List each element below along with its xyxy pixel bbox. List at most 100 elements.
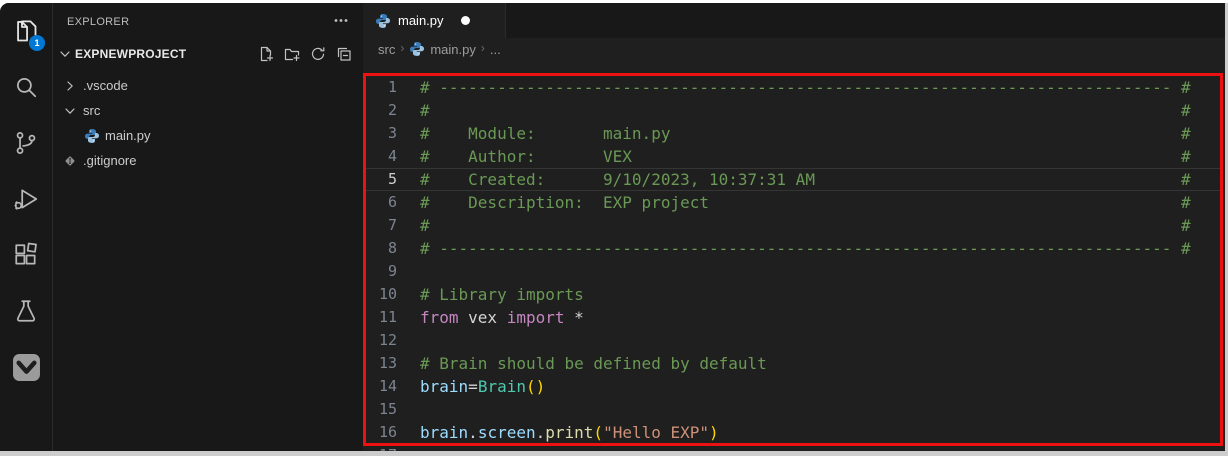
code-line[interactable]: 3# Module: main.py # <box>363 122 1223 145</box>
code-line[interactable]: 12 <box>363 329 1223 352</box>
python-icon <box>375 13 391 29</box>
sidebar-header: EXPLORER <box>53 3 363 41</box>
line-number: 15 <box>363 398 397 421</box>
screenshot-frame: 1 EXPLORER EXPNEWPROJECT .vscodesrcmain.… <box>0 0 1228 456</box>
tree-item-label: .vscode <box>83 78 128 93</box>
source-control-icon <box>13 130 39 156</box>
activity-item-vex[interactable] <box>0 339 52 395</box>
test-flask-icon <box>13 298 39 324</box>
activity-item-extensions[interactable] <box>0 227 52 283</box>
tree-item-main.py[interactable]: main.py <box>53 123 363 148</box>
line-number: 7 <box>363 214 397 237</box>
code-line[interactable]: 6# Description: EXP project # <box>363 191 1223 214</box>
breadcrumb-separator: › <box>481 41 485 55</box>
git-icon <box>62 153 78 169</box>
line-number: 16 <box>363 421 397 444</box>
badge-count: 1 <box>29 35 45 51</box>
code-text: from vex import * <box>397 306 584 329</box>
vex-icon <box>12 353 41 382</box>
activity-item-explorer[interactable]: 1 <box>0 3 52 59</box>
code-line[interactable]: 17 <box>363 444 1223 451</box>
activity-item-run-and-debug[interactable] <box>0 171 52 227</box>
code-text: # # <box>397 99 1191 122</box>
python-icon <box>409 41 425 57</box>
breadcrumb-separator: › <box>400 41 404 55</box>
tree-item-src[interactable]: src <box>53 98 363 123</box>
code-line[interactable]: 2# # <box>363 99 1223 122</box>
explorer-sidebar: EXPLORER EXPNEWPROJECT .vscode src main.py… <box>53 3 364 451</box>
extensions-icon <box>13 242 39 268</box>
code-text: # Module: main.py # <box>397 122 1191 145</box>
line-number: 14 <box>363 375 397 398</box>
code-line[interactable]: 11from vex import * <box>363 306 1223 329</box>
code-line[interactable]: 13# Brain should be defined by default <box>363 352 1223 375</box>
project-name: EXPNEWPROJECT <box>75 47 257 61</box>
search-icon <box>13 74 39 100</box>
line-number: 12 <box>363 329 397 352</box>
refresh-icon[interactable] <box>309 45 327 63</box>
tree-item-label: .gitignore <box>83 153 136 168</box>
code-line[interactable]: 5# Created: 9/10/2023, 10:37:31 AM # <box>363 168 1223 191</box>
chevron-down-icon <box>57 46 73 62</box>
line-number: 4 <box>363 145 397 168</box>
line-number: 5 <box>363 168 397 191</box>
tab-main-py[interactable]: main.py <box>363 3 506 38</box>
new-folder-icon[interactable] <box>283 45 301 63</box>
code-text: brain.screen.print("Hello EXP") <box>397 421 719 444</box>
code-text: # Library imports <box>397 283 584 306</box>
breadcrumb: src › main.py ›... <box>363 38 1225 60</box>
code-text: # Description: EXP project # <box>397 191 1191 214</box>
window-border-bottom <box>0 451 1228 456</box>
activity-bar: 1 <box>0 3 53 451</box>
more-actions-icon[interactable] <box>333 12 349 33</box>
tree-item-dot-vscode[interactable]: .vscode <box>53 73 363 98</box>
new-file-icon[interactable] <box>257 45 275 63</box>
chevron-down-icon <box>62 103 78 119</box>
modified-indicator[interactable] <box>461 16 470 25</box>
sidebar-title: EXPLORER <box>67 16 129 28</box>
breadcrumb-item[interactable]: src <box>378 42 395 57</box>
code-text: # Author: VEX # <box>397 145 1191 168</box>
activity-item-testing[interactable] <box>0 283 52 339</box>
code-line[interactable]: 14brain=Brain() <box>363 375 1223 398</box>
line-number: 11 <box>363 306 397 329</box>
run-debug-icon <box>13 186 39 212</box>
code-text: brain=Brain() <box>397 375 545 398</box>
code-line[interactable]: 9 <box>363 260 1223 283</box>
code-line[interactable]: 8# -------------------------------------… <box>363 237 1223 260</box>
explorer-actions <box>257 45 353 63</box>
tree-item-label: src <box>83 103 100 118</box>
code-line[interactable]: 16brain.screen.print("Hello EXP") <box>363 421 1223 444</box>
line-number: 3 <box>363 122 397 145</box>
line-number: 6 <box>363 191 397 214</box>
tab-label: main.py <box>398 13 444 28</box>
project-root-row[interactable]: EXPNEWPROJECT <box>53 41 363 67</box>
line-number: 8 <box>363 237 397 260</box>
code-text: # Created: 9/10/2023, 10:37:31 AM # <box>397 168 1191 191</box>
code-line[interactable]: 4# Author: VEX # <box>363 145 1223 168</box>
line-number: 9 <box>363 260 397 283</box>
breadcrumb-label: ... <box>490 42 501 57</box>
code-editor[interactable]: 1# -------------------------------------… <box>363 60 1225 451</box>
code-line[interactable]: 7# # <box>363 214 1223 237</box>
code-text: # --------------------------------------… <box>397 237 1191 260</box>
code-text: # Brain should be defined by default <box>397 352 767 375</box>
breadcrumb-label: src <box>378 42 395 57</box>
breadcrumb-label: main.py <box>430 42 476 57</box>
editor-group: main.py src › main.py ›... 1# -------------… <box>363 3 1225 451</box>
collapse-all-icon[interactable] <box>335 45 353 63</box>
activity-item-source-control[interactable] <box>0 115 52 171</box>
code-line[interactable]: 1# -------------------------------------… <box>363 76 1223 99</box>
tab-bar: main.py <box>363 3 1225 38</box>
line-number: 2 <box>363 99 397 122</box>
tree-item-dot-gitignore[interactable]: .gitignore <box>53 148 363 173</box>
breadcrumb-item[interactable]: ... <box>490 42 501 57</box>
activity-item-search[interactable] <box>0 59 52 115</box>
code-line[interactable]: 15 <box>363 398 1223 421</box>
chevron-right-icon <box>62 78 78 94</box>
python-icon <box>84 128 100 144</box>
line-number: 10 <box>363 283 397 306</box>
code-line[interactable]: 10# Library imports <box>363 283 1223 306</box>
code-text: # --------------------------------------… <box>397 76 1191 99</box>
breadcrumb-item[interactable]: main.py <box>409 41 476 57</box>
